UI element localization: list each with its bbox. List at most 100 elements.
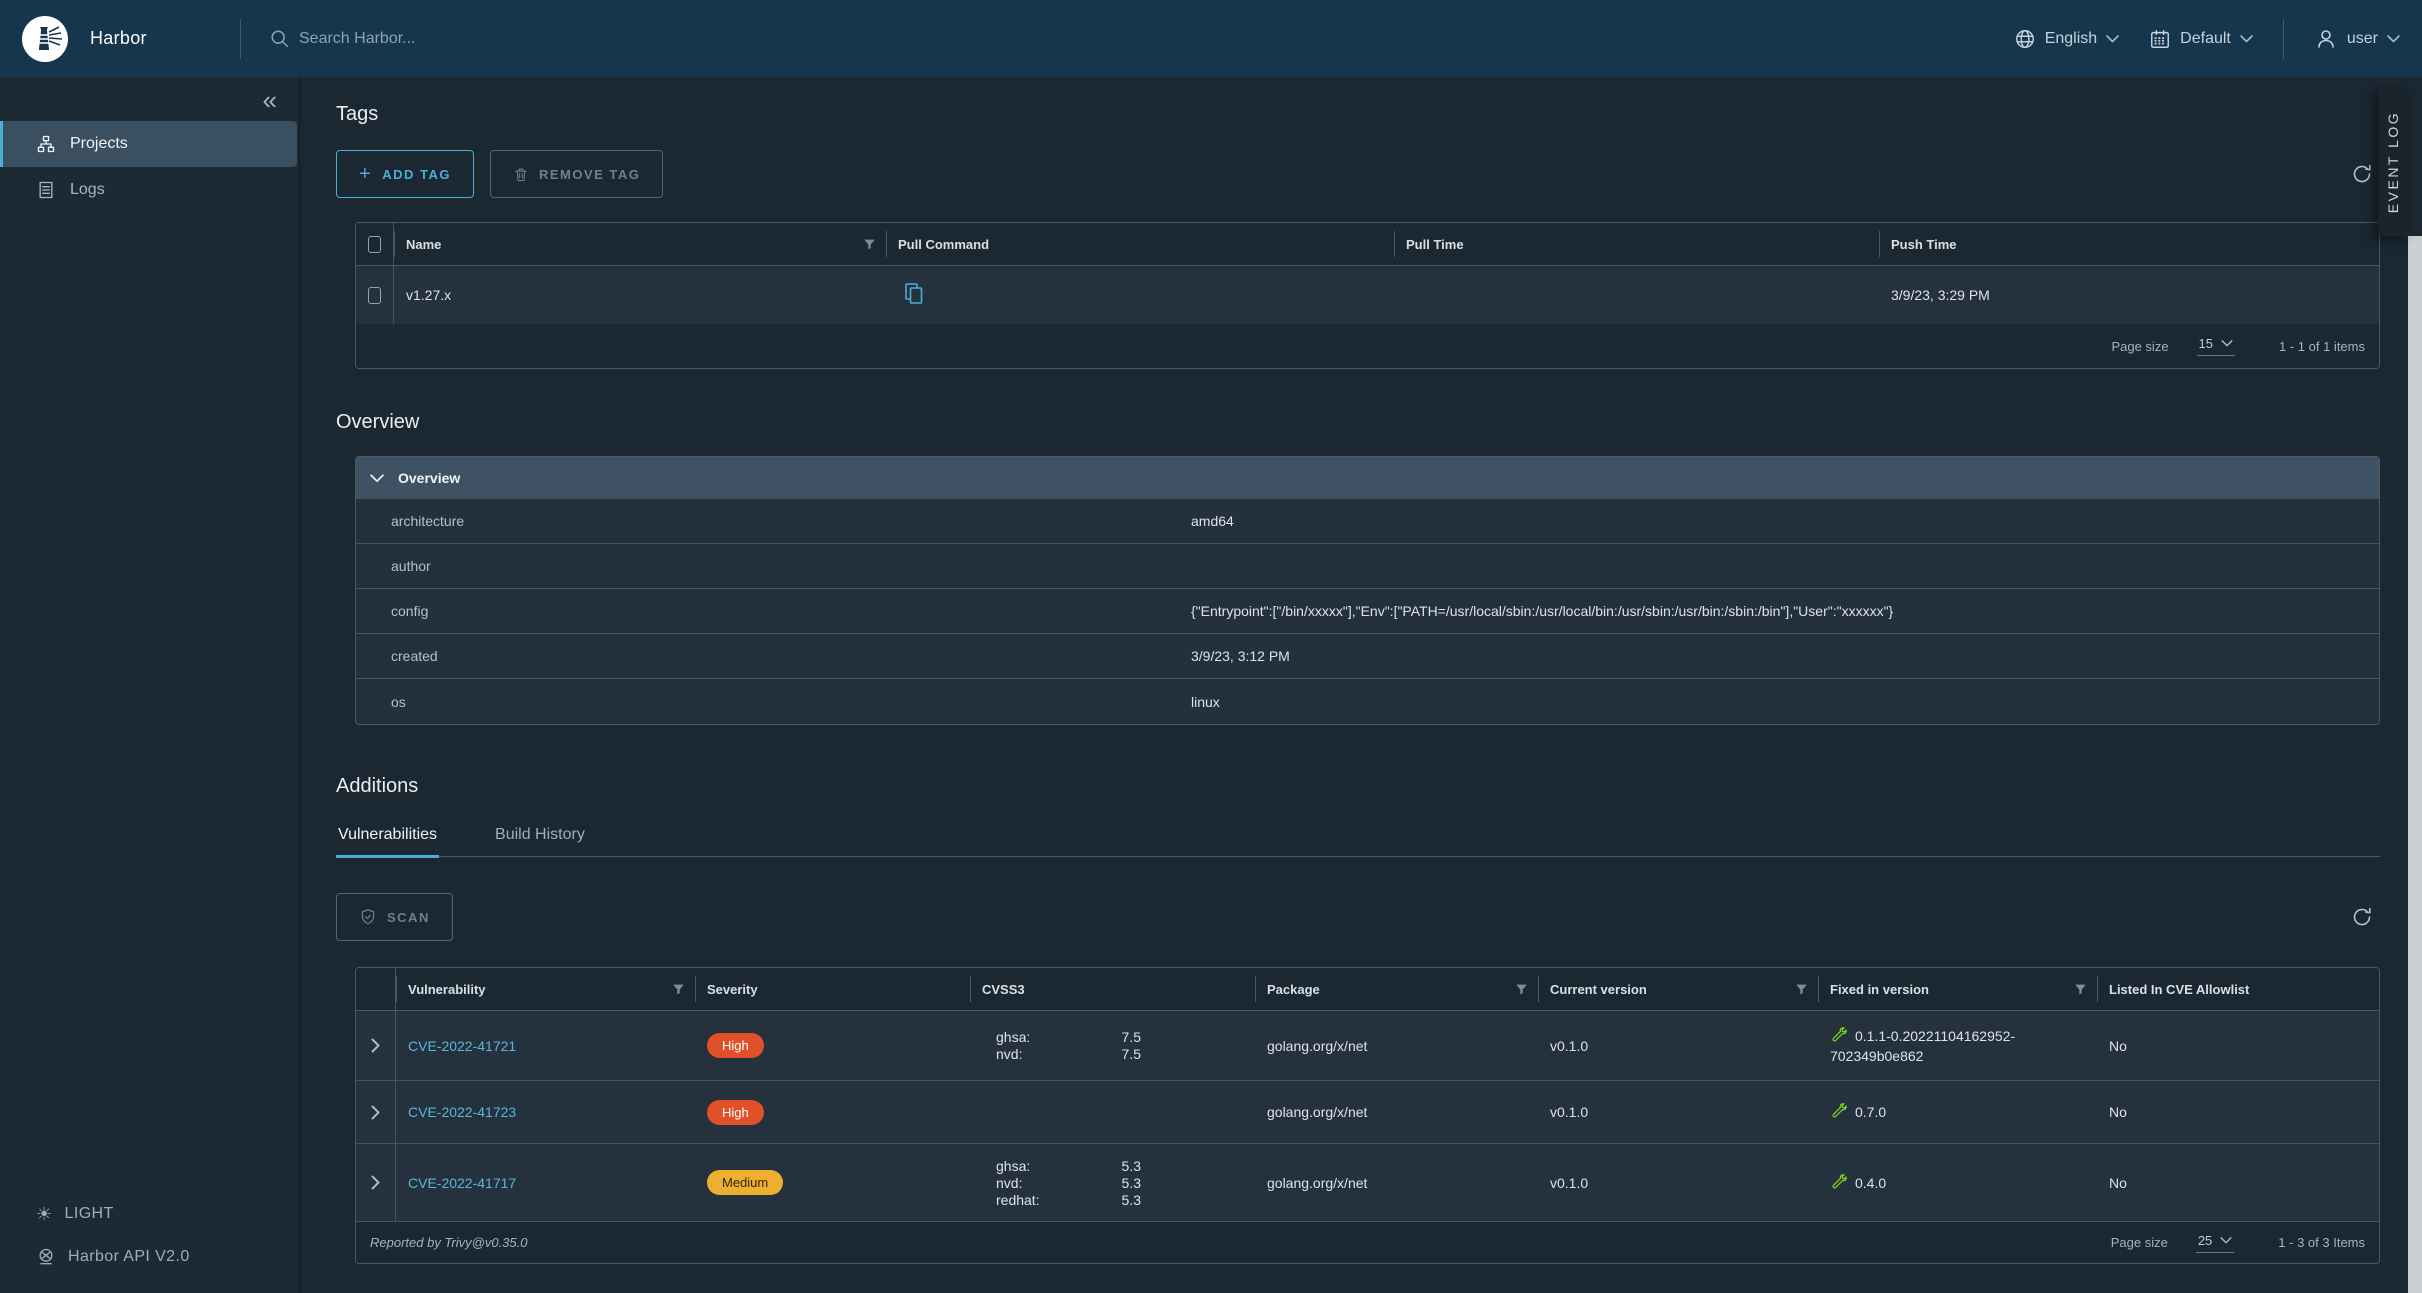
- sidebar-item-logs[interactable]: Logs: [0, 167, 297, 213]
- column-header: Pull Command: [886, 223, 1394, 265]
- sidebar-collapse-icon[interactable]: «: [263, 87, 277, 113]
- table-row[interactable]: CVE-2022-41717 Medium ghsa:5.3nvd:5.3red…: [356, 1144, 2379, 1221]
- sidebar-item-projects[interactable]: Projects: [0, 121, 297, 167]
- fixed-version-cell: 0.4.0: [1818, 1163, 2097, 1203]
- tab-vulnerabilities[interactable]: Vulnerabilities: [336, 820, 439, 856]
- cve-link[interactable]: CVE-2022-41723: [408, 1104, 516, 1120]
- vulnerabilities-table: Vulnerability Severity CVSS3 Package Cur…: [355, 967, 2380, 1264]
- page-size-label: Page size: [2111, 1235, 2168, 1250]
- add-tag-label: ADD TAG: [382, 167, 451, 182]
- cve-allowlist-flag: No: [2097, 1094, 2379, 1130]
- datetime-menu[interactable]: Default: [2149, 28, 2253, 50]
- shield-check-icon: [359, 908, 377, 926]
- calendar-icon: [2149, 28, 2171, 50]
- copy-icon[interactable]: [904, 282, 924, 306]
- column-header: Fixed in version: [1818, 968, 2097, 1010]
- vulnerabilities-table-footer: Reported by Trivy@v0.35.0 Page size 25 1…: [356, 1221, 2379, 1263]
- column-header: Listed In CVE Allowlist: [2097, 968, 2379, 1010]
- vertical-scrollbar[interactable]: [2408, 236, 2422, 1293]
- row-expander-cell: [356, 1081, 396, 1143]
- current-version: v0.1.0: [1538, 1028, 1818, 1064]
- cve-link[interactable]: CVE-2022-41717: [408, 1175, 516, 1191]
- language-label: English: [2045, 30, 2097, 48]
- datetime-label: Default: [2180, 30, 2231, 48]
- row-expander-cell: [356, 1144, 396, 1221]
- row-checkbox[interactable]: [368, 287, 381, 304]
- table-row[interactable]: CVE-2022-41723 High golang.org/x/net v0.…: [356, 1081, 2379, 1144]
- api-link[interactable]: Harbor API V2.0: [36, 1247, 299, 1267]
- table-row[interactable]: v1.27.x 3/9/23, 3:29 PM: [356, 266, 2379, 324]
- event-log-tab[interactable]: EVENT LOG: [2378, 88, 2408, 236]
- fixed-version-cell: 0.1.1-0.20221104162952-702349b0e862: [1818, 1016, 2097, 1076]
- fixed-version-cell: 0.7.0: [1818, 1092, 2097, 1132]
- field-key: config: [356, 603, 1191, 619]
- global-search[interactable]: [269, 28, 2014, 50]
- overview-panel: Overview architecture amd64 author confi…: [355, 456, 2380, 725]
- cvss-scores: ghsa:7.5nvd:7.5: [996, 1029, 1141, 1062]
- filter-icon[interactable]: [1515, 983, 1528, 996]
- filter-icon[interactable]: [863, 238, 876, 251]
- push-time: 3/9/23, 3:29 PM: [1879, 277, 2379, 313]
- header-divider: [240, 19, 241, 59]
- column-header: Name: [394, 223, 886, 265]
- field-key: os: [356, 694, 1191, 710]
- brand[interactable]: Harbor: [0, 16, 240, 62]
- brand-name: Harbor: [90, 28, 147, 49]
- chevron-down-icon: [2240, 35, 2253, 43]
- page-size-select[interactable]: 15: [2197, 336, 2235, 356]
- cve-allowlist-flag: No: [2097, 1165, 2379, 1201]
- caret-right-icon[interactable]: [371, 1038, 380, 1053]
- language-menu[interactable]: English: [2014, 28, 2119, 50]
- row-expander-cell: [356, 1011, 396, 1080]
- caret-right-icon[interactable]: [371, 1105, 380, 1120]
- expander-header-cell: [356, 968, 396, 1010]
- field-value: amd64: [1191, 513, 2379, 529]
- refresh-icon[interactable]: [2350, 162, 2374, 186]
- projects-icon: [36, 134, 56, 154]
- additions-tabs: Vulnerabilities Build History: [336, 820, 2380, 857]
- search-input[interactable]: [299, 30, 899, 48]
- scan-button[interactable]: SCAN: [336, 893, 453, 941]
- header-divider: [2283, 19, 2284, 59]
- filter-icon[interactable]: [672, 983, 685, 996]
- field-key: author: [356, 558, 1191, 574]
- scanner-note: Reported by Trivy@v0.35.0: [370, 1235, 527, 1250]
- scan-label: SCAN: [387, 910, 430, 925]
- current-version: v0.1.0: [1538, 1094, 1818, 1130]
- sidebar: « Projects Logs ☀ LIGHT Ha: [0, 77, 300, 1293]
- package-name: golang.org/x/net: [1255, 1094, 1538, 1130]
- table-row[interactable]: CVE-2022-41721 High ghsa:7.5nvd:7.5 gola…: [356, 1011, 2379, 1081]
- chevron-down-icon: [2221, 340, 2233, 347]
- filter-icon[interactable]: [1795, 983, 1808, 996]
- additions-title: Additions: [336, 775, 2380, 798]
- tags-title: Tags: [336, 103, 2380, 126]
- severity-badge: Medium: [707, 1170, 783, 1195]
- select-all-checkbox[interactable]: [368, 236, 381, 253]
- cve-link[interactable]: CVE-2022-41721: [408, 1038, 516, 1054]
- overview-panel-header[interactable]: Overview: [356, 457, 2379, 499]
- user-menu[interactable]: user: [2314, 27, 2400, 51]
- field-key: created: [356, 648, 1191, 664]
- refresh-icon[interactable]: [2350, 905, 2374, 929]
- theme-toggle[interactable]: ☀ LIGHT: [36, 1205, 299, 1223]
- sun-icon: ☀: [36, 1206, 53, 1222]
- overview-field-row: created 3/9/23, 3:12 PM: [356, 634, 2379, 679]
- caret-right-icon[interactable]: [371, 1175, 380, 1190]
- user-label: user: [2347, 30, 2378, 48]
- globe-icon: [2014, 28, 2036, 50]
- remove-tag-button[interactable]: REMOVE TAG: [490, 150, 663, 198]
- tags-table: Name Pull Command Pull Time Push Time v1…: [355, 222, 2380, 369]
- chevron-down-icon: [2220, 1237, 2232, 1244]
- filter-icon[interactable]: [2074, 983, 2087, 996]
- tab-build-history[interactable]: Build History: [493, 820, 587, 856]
- overview-field-row: architecture amd64: [356, 499, 2379, 544]
- field-value: 3/9/23, 3:12 PM: [1191, 648, 2379, 664]
- column-header: Current version: [1538, 968, 1818, 1010]
- overview-panel-title: Overview: [398, 470, 460, 486]
- package-name: golang.org/x/net: [1255, 1028, 1538, 1064]
- page-size-select[interactable]: 25: [2196, 1233, 2234, 1253]
- wrench-icon: [1830, 1103, 1847, 1120]
- api-icon: [36, 1247, 56, 1267]
- column-header: Package: [1255, 968, 1538, 1010]
- add-tag-button[interactable]: + ADD TAG: [336, 150, 474, 198]
